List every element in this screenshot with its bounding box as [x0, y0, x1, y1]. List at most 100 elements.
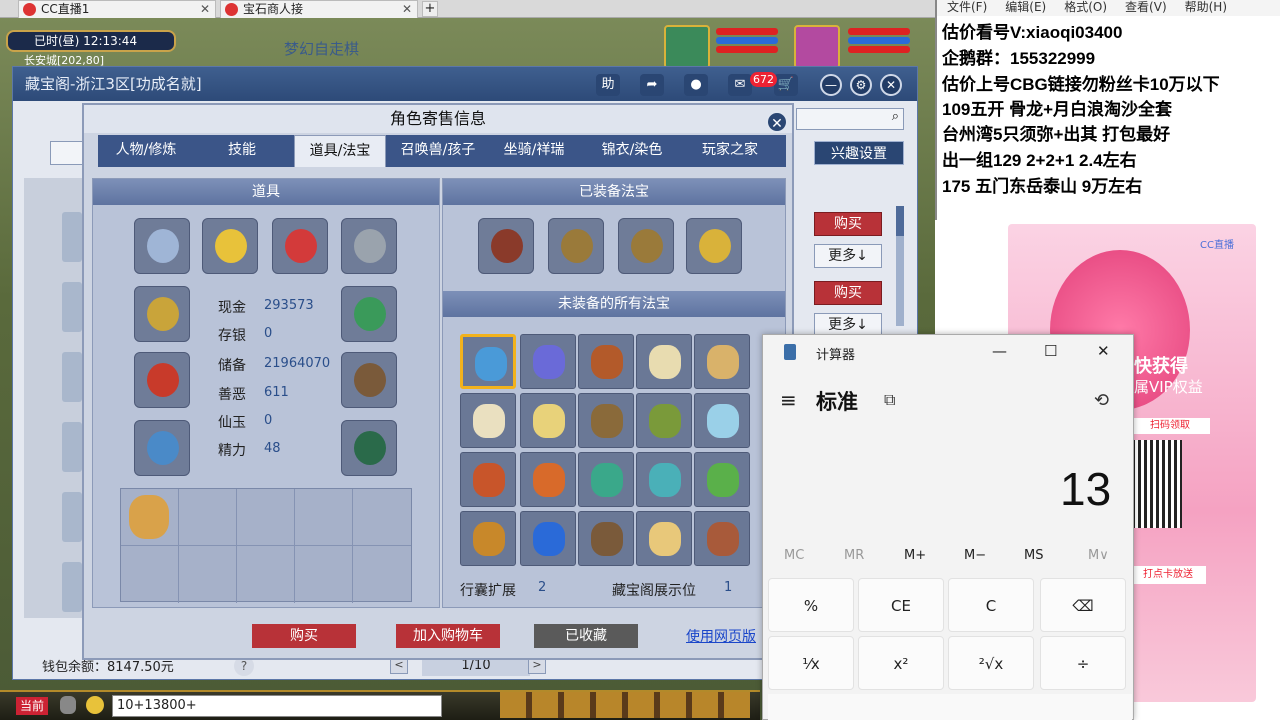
clear-entry-key[interactable]: CE: [858, 578, 944, 632]
memory-clear-button[interactable]: MC: [784, 548, 804, 563]
bag-slot[interactable]: [295, 489, 353, 546]
message-icon[interactable]: ✉: [728, 74, 752, 96]
sword-icon[interactable]: [134, 352, 190, 408]
list-item[interactable]: [62, 352, 82, 402]
treasure-slot[interactable]: [636, 334, 692, 389]
treasure-slot[interactable]: [694, 511, 750, 566]
keep-on-top-icon[interactable]: ⧉: [884, 390, 895, 410]
treasure-box-icon[interactable]: [478, 218, 534, 274]
square-key[interactable]: x²: [858, 636, 944, 690]
treasure-slot[interactable]: [578, 334, 634, 389]
pet-avatar[interactable]: [664, 25, 710, 69]
browser-tab-cc-live[interactable]: CC直播1 ✕: [18, 0, 216, 18]
scrollbar-thumb[interactable]: [896, 206, 904, 236]
buy-button[interactable]: 购买: [814, 212, 882, 236]
seal-treasure-icon[interactable]: [686, 218, 742, 274]
treasure-slot[interactable]: [460, 393, 516, 448]
player-avatar[interactable]: [794, 25, 840, 69]
menu-file[interactable]: 文件(F): [947, 0, 987, 14]
bag-slot[interactable]: [237, 546, 295, 603]
bag-slot[interactable]: [179, 546, 237, 603]
tab-character[interactable]: 人物/修炼: [100, 135, 192, 167]
treasure-slot[interactable]: [578, 393, 634, 448]
search-input[interactable]: ⌕: [796, 108, 904, 130]
tab-skills[interactable]: 技能: [196, 135, 288, 167]
memory-list-button[interactable]: M∨: [1088, 548, 1109, 563]
clear-key[interactable]: C: [948, 578, 1034, 632]
microphone-icon[interactable]: [60, 696, 76, 714]
order-filter[interactable]: [50, 141, 84, 165]
gold-ingot-icon[interactable]: [202, 218, 258, 274]
maximize-button[interactable]: ☐: [1044, 342, 1057, 360]
record-icon[interactable]: ●: [684, 74, 708, 96]
settings-icon[interactable]: ⚙: [850, 74, 872, 96]
pet-egg-icon[interactable]: [341, 352, 397, 408]
bag-slot[interactable]: [295, 546, 353, 603]
treasure-slot[interactable]: [694, 334, 750, 389]
bag-treasure-icon[interactable]: [548, 218, 604, 274]
cart-icon[interactable]: 🛒: [774, 74, 798, 96]
bag-slot[interactable]: [179, 489, 237, 546]
treasure-slot[interactable]: [520, 511, 576, 566]
minimize-button[interactable]: —: [992, 342, 1007, 360]
chat-input[interactable]: 10+13800+: [112, 695, 442, 717]
bag-slot[interactable]: [237, 489, 295, 546]
reciprocal-key[interactable]: ¹⁄x: [768, 636, 854, 690]
treasure-slot[interactable]: [460, 334, 516, 389]
close-icon[interactable]: ✕: [200, 1, 210, 18]
help-button[interactable]: 助: [596, 74, 620, 96]
backspace-key[interactable]: ⌫: [1040, 578, 1126, 632]
close-icon[interactable]: ✕: [766, 111, 788, 133]
treasure-slot[interactable]: [578, 452, 634, 507]
close-icon[interactable]: ✕: [880, 74, 902, 96]
menu-edit[interactable]: 编辑(E): [1005, 0, 1046, 14]
list-item[interactable]: [62, 562, 82, 612]
add-to-cart-button[interactable]: 加入购物车: [396, 624, 500, 648]
browser-tab-gem[interactable]: 宝石商人接 ✕: [220, 0, 418, 18]
divide-key[interactable]: ÷: [1040, 636, 1126, 690]
bracelet-icon[interactable]: [341, 218, 397, 274]
menu-view[interactable]: 查看(V): [1125, 0, 1167, 14]
bag-slot[interactable]: [121, 489, 179, 546]
treasure-slot[interactable]: [636, 511, 692, 566]
tab-outfits[interactable]: 锦衣/染色: [586, 135, 678, 167]
treasure-slot[interactable]: [520, 452, 576, 507]
list-item[interactable]: [62, 212, 82, 262]
interest-settings-button[interactable]: 兴趣设置: [814, 141, 904, 165]
treasure-slot[interactable]: [636, 393, 692, 448]
treasure-slot[interactable]: [520, 334, 576, 389]
list-item[interactable]: [62, 282, 82, 332]
tab-pets[interactable]: 召唤兽/孩子: [392, 135, 484, 167]
bag-slot[interactable]: [353, 546, 411, 603]
treasure-slot[interactable]: [460, 452, 516, 507]
sqrt-key[interactable]: ²√x: [948, 636, 1034, 690]
list-item[interactable]: [62, 422, 82, 472]
ring-icon[interactable]: [134, 218, 190, 274]
armor-icon[interactable]: [134, 286, 190, 342]
minimize-icon[interactable]: —: [820, 74, 842, 96]
menu-help[interactable]: 帮助(H): [1185, 0, 1227, 14]
buy-button[interactable]: 购买: [814, 281, 882, 305]
treasure-slot[interactable]: [636, 452, 692, 507]
memory-add-button[interactable]: M+: [904, 548, 926, 563]
close-icon[interactable]: ✕: [402, 1, 412, 18]
jade-ring-icon[interactable]: [134, 420, 190, 476]
new-tab-button[interactable]: +: [422, 1, 438, 17]
memory-recall-button[interactable]: MR: [844, 548, 864, 563]
bag-slot[interactable]: [353, 489, 411, 546]
percent-key[interactable]: %: [768, 578, 854, 632]
search-icon[interactable]: ⌕: [892, 109, 899, 124]
tab-mounts[interactable]: 坐骑/祥瑞: [488, 135, 580, 167]
tab-home[interactable]: 玩家之家: [684, 135, 776, 167]
bag-slot[interactable]: [121, 546, 179, 603]
bag-treasure-icon[interactable]: [618, 218, 674, 274]
treasure-slot[interactable]: [694, 452, 750, 507]
menu-format[interactable]: 格式(O): [1064, 0, 1107, 14]
taiji-icon[interactable]: [341, 420, 397, 476]
skill-hotbar[interactable]: [500, 692, 750, 718]
web-version-link[interactable]: 使用网页版: [686, 626, 756, 646]
history-icon[interactable]: ⟲: [1094, 390, 1109, 411]
emoji-icon[interactable]: [86, 696, 104, 714]
memory-store-button[interactable]: MS: [1024, 548, 1043, 563]
treasure-slot[interactable]: [694, 393, 750, 448]
